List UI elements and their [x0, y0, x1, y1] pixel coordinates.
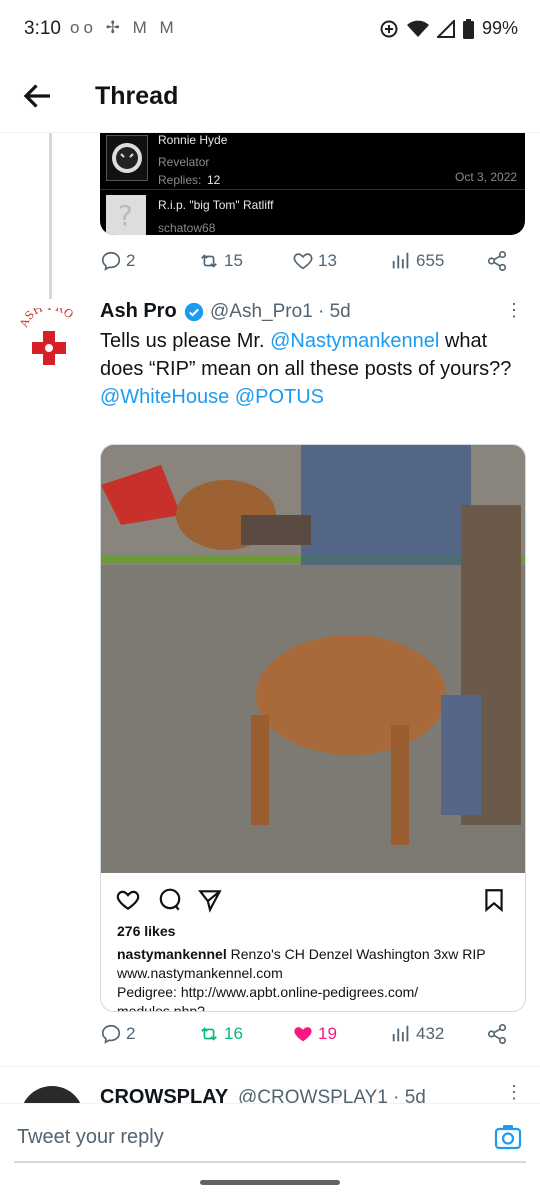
avatar-logo-text: ASH PRO: [20, 308, 76, 330]
share-icon: [487, 251, 507, 271]
like-button[interactable]: 19: [292, 1023, 337, 1045]
reply-button[interactable]: 2: [100, 250, 135, 272]
heart-filled-icon: [294, 1027, 312, 1042]
data-saver-icon: [380, 20, 398, 37]
forum-row1-replies-label: Replies:: [158, 173, 202, 187]
thread-header: Thread: [0, 60, 540, 133]
forum-row2-sub: schatow68: [158, 221, 216, 235]
status-time: 3:10: [24, 18, 61, 39]
wifi-icon: [406, 20, 429, 37]
more-options-icon[interactable]: ⋮: [505, 1082, 523, 1103]
instagram-caption: nastymankennel Renzo's CH Denzel Washing…: [117, 945, 517, 1012]
caption-line4: modules.php?: [117, 1003, 205, 1012]
forum-row1-name: Ronnie Hyde: [158, 133, 228, 147]
forum-divider: [100, 189, 525, 190]
tweet1-actions: 2 15 13 655: [100, 250, 520, 280]
svg-text:?: ?: [118, 199, 133, 232]
status-right: 99%: [379, 18, 518, 39]
gesture-nav-handle[interactable]: [200, 1180, 340, 1185]
caption-user: nastymankennel: [117, 946, 227, 962]
avatar[interactable]: ASH PRO: [17, 300, 80, 368]
signal-icon: [436, 19, 455, 38]
tweet-divider: [0, 1066, 540, 1067]
retweet-count: 16: [224, 1024, 243, 1043]
send-icon: [198, 890, 222, 913]
comment-icon: [159, 888, 181, 911]
reply-underline: [14, 1161, 526, 1163]
like-count: 13: [318, 251, 337, 270]
instagram-action-icons: [115, 887, 515, 915]
forum-row1-date: Oct 3, 2022: [455, 170, 518, 184]
battery-percent: 99%: [481, 18, 518, 38]
caption-text: Renzo's CH Denzel Washington 3xw RIP: [226, 946, 486, 962]
tweet-text: Tells us please Mr. @Nastymankennel what…: [100, 327, 525, 411]
tweet1-media[interactable]: Ronnie Hyde Revelator Replies: 12 Oct 3,…: [100, 133, 525, 235]
reply-count: 2: [126, 1024, 136, 1043]
reply-icon: [101, 1024, 121, 1044]
battery-icon: [462, 18, 474, 39]
author-handle-time[interactable]: @Ash_Pro1 · 5d: [210, 301, 351, 323]
camera-icon[interactable]: [494, 1124, 522, 1150]
mention-potus[interactable]: @POTUS: [235, 386, 324, 408]
reply-button[interactable]: 2: [100, 1023, 135, 1045]
retweet-button[interactable]: 16: [198, 1023, 243, 1045]
mention-nastymankennel[interactable]: @Nastymankennel: [270, 330, 439, 352]
retweet-icon: [201, 1027, 217, 1041]
views-icon: [392, 1025, 409, 1042]
status-bar: 3:10 oo ✢ M M 99%: [0, 0, 540, 60]
notification-icons: oo ✢ M M: [70, 18, 178, 37]
more-options-icon[interactable]: ⋮: [505, 300, 523, 321]
author-name[interactable]: Ash Pro: [100, 300, 177, 323]
views-button[interactable]: 655: [390, 250, 444, 272]
views-count: 432: [416, 1024, 445, 1043]
share-button[interactable]: [486, 250, 508, 272]
views-count: 655: [416, 251, 445, 270]
tweet-media-card[interactable]: 276 likes nastymankennel Renzo's CH Denz…: [100, 444, 526, 1012]
verified-badge-icon: [184, 302, 204, 322]
caption-line2: www.nastymankennel.com: [117, 965, 283, 981]
forum-row1-replies: 12: [207, 173, 221, 187]
caption-line3: Pedigree: http://www.apbt.online-pedigre…: [117, 984, 419, 1000]
forum-avatar-placeholder: ?: [106, 195, 146, 235]
heart-outline-icon: [116, 890, 140, 910]
retweet-button[interactable]: 15: [198, 250, 243, 272]
share-icon: [487, 1024, 507, 1044]
mention-whitehouse[interactable]: @WhiteHouse: [100, 386, 229, 408]
reply-bar: Tweet your reply: [0, 1103, 540, 1166]
like-button[interactable]: 13: [292, 250, 337, 272]
heart-icon: [293, 253, 313, 270]
reply-input[interactable]: Tweet your reply: [17, 1126, 164, 1149]
views-icon: [392, 252, 409, 269]
tweet2-actions: 2 16 19 432: [100, 1023, 520, 1053]
thread-connector: [49, 133, 52, 299]
forum-avatar-dog: [106, 135, 148, 181]
retweet-count: 15: [224, 251, 243, 270]
reply-count: 2: [126, 251, 136, 270]
like-count: 19: [318, 1024, 337, 1043]
views-button[interactable]: 432: [390, 1023, 444, 1045]
retweet-icon: [201, 254, 217, 268]
share-button[interactable]: [486, 1023, 508, 1045]
forum-row1-sub: Revelator: [158, 155, 210, 169]
back-arrow-icon[interactable]: [20, 78, 56, 114]
dog-photo: [101, 445, 525, 873]
instagram-likes: 276 likes: [117, 923, 176, 939]
forum-row2-title: R.i.p. "big Tom" Ratliff: [158, 198, 274, 212]
tweet-text-part1: Tells us please Mr.: [100, 330, 271, 352]
page-title: Thread: [95, 82, 179, 110]
bookmark-icon: [485, 889, 503, 913]
reply-icon: [101, 251, 121, 271]
